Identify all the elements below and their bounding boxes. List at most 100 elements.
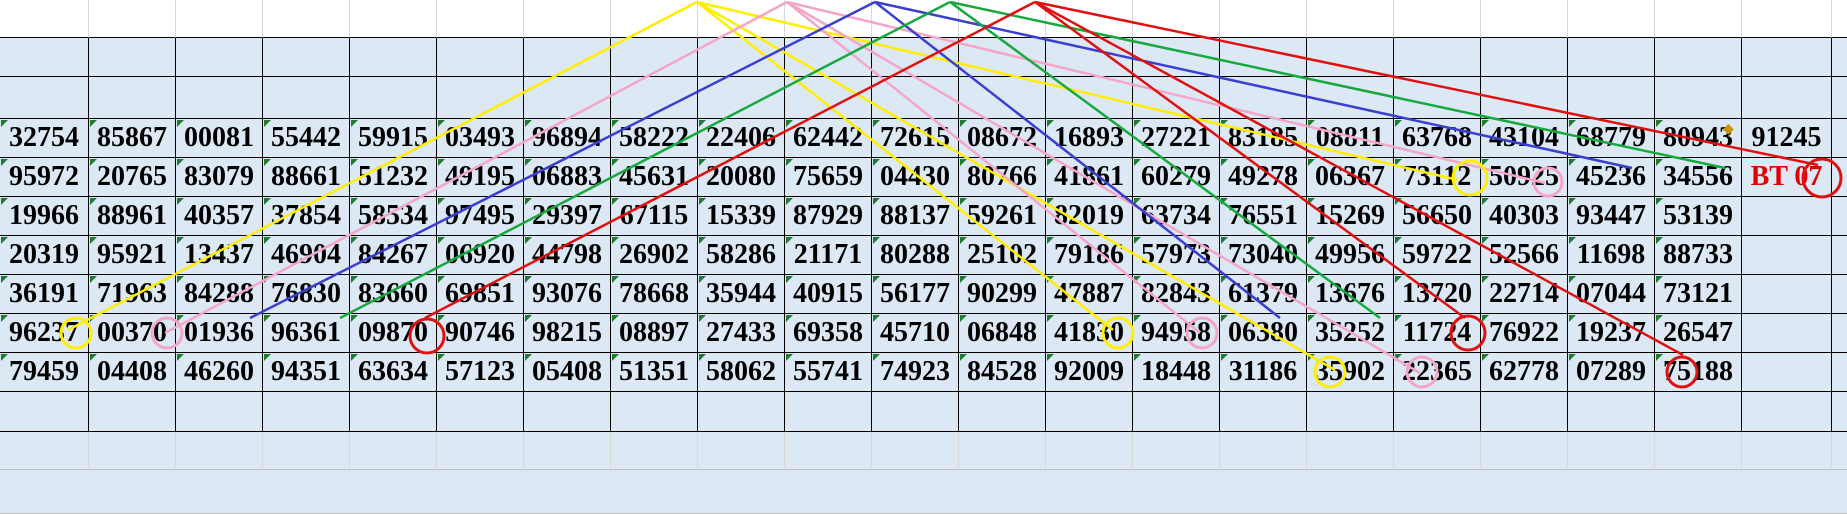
sheet-cell[interactable] [1742, 275, 1832, 314]
sheet-cell[interactable]: 88961 [89, 197, 176, 236]
sheet-cell[interactable]: 46904 [263, 236, 350, 275]
sheet-cell[interactable] [1568, 392, 1655, 432]
sheet-cell[interactable]: 84288 [176, 275, 263, 314]
sheet-cell[interactable]: 07044 [1568, 275, 1655, 314]
sheet-cell[interactable] [0, 77, 89, 119]
sheet-cell[interactable]: 88733 [1655, 236, 1742, 275]
sheet-cell[interactable]: 35252 [1307, 314, 1394, 353]
sheet-cell[interactable] [698, 470, 785, 514]
sheet-cell[interactable] [1742, 77, 1832, 119]
sheet-cell[interactable] [611, 77, 698, 119]
sheet-cell[interactable] [263, 392, 350, 432]
sheet-cell[interactable]: 03493 [437, 119, 524, 158]
sheet-cell[interactable]: 96237 [0, 314, 89, 353]
sheet-cell[interactable]: 06380 [1220, 314, 1307, 353]
sheet-cell[interactable] [1832, 119, 1847, 158]
sheet-cell[interactable] [1307, 470, 1394, 514]
sheet-cell[interactable]: 27221 [1133, 119, 1220, 158]
sheet-cell[interactable] [524, 77, 611, 119]
sheet-cell[interactable] [1394, 38, 1481, 77]
sheet-cell[interactable] [959, 77, 1046, 119]
sheet-cell[interactable]: 20765 [89, 158, 176, 197]
sheet-cell[interactable]: 15269 [1307, 197, 1394, 236]
sheet-cell[interactable]: 96361 [263, 314, 350, 353]
sheet-cell[interactable] [785, 470, 872, 514]
sheet-cell[interactable] [1568, 38, 1655, 77]
sheet-cell[interactable]: 63634 [350, 353, 437, 392]
sheet-cell[interactable] [1742, 470, 1832, 514]
sheet-cell[interactable]: 84528 [959, 353, 1046, 392]
sheet-cell[interactable] [698, 392, 785, 432]
sheet-cell[interactable] [1046, 392, 1133, 432]
sheet-cell[interactable]: 73112 [1394, 158, 1481, 197]
sheet-cell[interactable]: 07289 [1568, 353, 1655, 392]
sheet-cell[interactable] [0, 392, 89, 432]
sheet-cell[interactable]: 56177 [872, 275, 959, 314]
sheet-cell[interactable]: 49195 [437, 158, 524, 197]
sheet-cell[interactable] [350, 77, 437, 119]
sheet-cell[interactable]: 83185 [1220, 119, 1307, 158]
sheet-cell[interactable]: 68779 [1568, 119, 1655, 158]
sheet-cell[interactable] [1046, 38, 1133, 77]
sheet-cell[interactable] [872, 432, 959, 470]
sheet-cell[interactable] [785, 77, 872, 119]
sheet-cell[interactable]: 27433 [698, 314, 785, 353]
sheet-cell[interactable] [176, 38, 263, 77]
sheet-cell[interactable]: 41861 [1046, 158, 1133, 197]
sheet-cell[interactable]: 32754 [0, 119, 89, 158]
sheet-cell[interactable]: 57123 [437, 353, 524, 392]
sheet-cell[interactable]: 15339 [698, 197, 785, 236]
sheet-cell[interactable]: 00370 [89, 314, 176, 353]
sheet-cell[interactable] [872, 392, 959, 432]
sheet-cell[interactable]: 63768 [1394, 119, 1481, 158]
sheet-cell[interactable] [1481, 77, 1568, 119]
sheet-cell[interactable] [1655, 77, 1742, 119]
sheet-cell[interactable]: 22714 [1481, 275, 1568, 314]
sheet-cell[interactable] [437, 470, 524, 514]
sheet-cell[interactable] [1133, 77, 1220, 119]
sheet-cell[interactable]: 71963 [89, 275, 176, 314]
sheet-cell[interactable] [0, 38, 89, 77]
sheet-cell[interactable] [350, 38, 437, 77]
sheet-cell[interactable]: 55442 [263, 119, 350, 158]
sheet-cell[interactable] [89, 470, 176, 514]
sheet-cell[interactable] [1832, 197, 1847, 236]
sheet-cell[interactable] [176, 77, 263, 119]
sheet-cell[interactable]: 80766 [959, 158, 1046, 197]
sheet-cell[interactable] [1832, 0, 1847, 38]
sheet-cell[interactable]: 58534 [350, 197, 437, 236]
sheet-cell[interactable]: 40303 [1481, 197, 1568, 236]
sheet-cell[interactable]: 73040 [1220, 236, 1307, 275]
sheet-cell[interactable] [872, 0, 959, 38]
sheet-cell[interactable] [785, 0, 872, 38]
sheet-cell[interactable]: 45236 [1568, 158, 1655, 197]
sheet-cell[interactable] [611, 38, 698, 77]
sheet-cell[interactable]: 26547 [1655, 314, 1742, 353]
sheet-cell[interactable] [524, 38, 611, 77]
sheet-cell[interactable]: 57973 [1133, 236, 1220, 275]
sheet-cell[interactable] [89, 38, 176, 77]
sheet-cell[interactable] [350, 0, 437, 38]
sheet-cell[interactable]: 94351 [263, 353, 350, 392]
sheet-cell[interactable] [1832, 158, 1847, 197]
sheet-cell[interactable] [611, 470, 698, 514]
sheet-cell[interactable] [1481, 432, 1568, 470]
sheet-cell[interactable] [350, 392, 437, 432]
sheet-cell[interactable]: 09870 [350, 314, 437, 353]
sheet-cell[interactable] [698, 77, 785, 119]
sheet-cell[interactable]: 43104 [1481, 119, 1568, 158]
sheet-cell[interactable]: 16893 [1046, 119, 1133, 158]
sheet-cell[interactable]: 34556 [1655, 158, 1742, 197]
sheet-cell[interactable] [1742, 197, 1832, 236]
sheet-cell[interactable]: 58062 [698, 353, 785, 392]
sheet-cell[interactable]: 94958 [1133, 314, 1220, 353]
sheet-cell[interactable] [1568, 470, 1655, 514]
sheet-cell[interactable]: 00081 [176, 119, 263, 158]
sheet-cell[interactable] [872, 470, 959, 514]
sheet-cell[interactable]: 76551 [1220, 197, 1307, 236]
sheet-cell[interactable] [1481, 392, 1568, 432]
sheet-cell[interactable]: 25102 [959, 236, 1046, 275]
sheet-cell[interactable] [1742, 236, 1832, 275]
sheet-cell[interactable] [1220, 470, 1307, 514]
sheet-cell[interactable]: 13437 [176, 236, 263, 275]
